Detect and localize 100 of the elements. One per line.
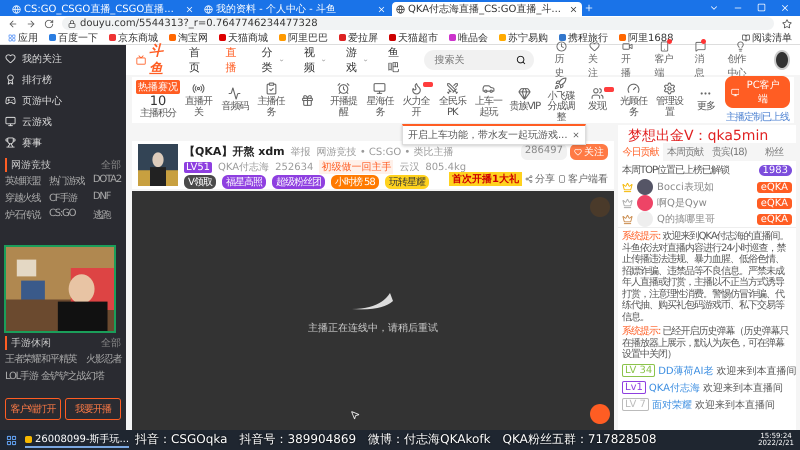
tool-button[interactable]: 发现	[580, 87, 615, 113]
game-link[interactable]: 王者荣耀	[5, 352, 40, 366]
game-link[interactable]: 幻塔	[86, 369, 104, 383]
tool-button[interactable]: 主播任务	[253, 82, 289, 118]
bookmark[interactable]: 唯品会	[449, 30, 488, 44]
sidebar-item[interactable]: 页游中心	[5, 91, 121, 110]
nav-link[interactable]: 鱼吧	[388, 45, 404, 75]
search-field[interactable]: 搜索关	[424, 50, 534, 70]
game-link[interactable]: 金铲铲之战	[41, 369, 86, 383]
sidebar-item[interactable]: 我的关注	[5, 49, 121, 68]
game-link[interactable]: CF手游	[48, 191, 77, 205]
address-bar[interactable]: douyu.com/5544313?_r=0.7647746234477328	[62, 17, 774, 30]
share-link[interactable]: 分享	[525, 172, 555, 186]
game-link[interactable]: 逃跑	[92, 208, 110, 222]
client-note[interactable]: 主播定制已上线	[726, 110, 789, 124]
system-message: 系统提示: 欢迎来到QKA付志海的直播间。斗鱼依法对直播内容进行24小时巡查，禁止传播违法违规、暴力血腥、低俗色情、招嫖诈骗、违禁品等不良信息。严禁未成年人直播或打赏，主播以不正当方式诱导打赏，注意理性消费。警惕仿冒诈骗、代练代抽、购买礼包码游戏币、私下交易等信息。	[622, 231, 790, 323]
forward-icon[interactable]	[26, 18, 36, 28]
sidebar-item[interactable]: 赛事	[5, 133, 121, 152]
level-badge: LV51	[184, 162, 212, 172]
more-link[interactable]: 全部	[101, 336, 121, 350]
new-tab-icon[interactable]	[584, 3, 594, 13]
bookmark[interactable]: 携程旅行	[559, 30, 608, 44]
chat-tab[interactable]: 粉丝	[752, 143, 796, 161]
apps-icon	[8, 34, 16, 42]
sidebar-item[interactable]: 云游戏	[5, 112, 121, 131]
close-icon[interactable]	[569, 4, 578, 14]
tool-button[interactable]: 音频码	[217, 87, 252, 113]
share-icon	[525, 175, 533, 183]
client-link[interactable]: 客户端看	[558, 172, 608, 186]
stream-badge[interactable]: 玩转星耀	[384, 175, 429, 189]
game-link[interactable]: CS:GO	[48, 208, 76, 222]
stream-badge[interactable]: V领取	[184, 175, 216, 189]
nav-link[interactable]: 首页	[189, 45, 206, 75]
user-name: Q的搞哪里哥	[657, 212, 716, 226]
bookmark[interactable]: 淘宝网	[169, 30, 208, 44]
avatar[interactable]	[774, 50, 790, 70]
user-name: Bocci表现如	[657, 180, 715, 194]
tool-button[interactable]: 星海任务	[362, 82, 398, 118]
taskbar-app[interactable]: 26008099-斯手玩...	[25, 432, 130, 448]
game-link[interactable]: 火影忍者	[86, 352, 122, 366]
tool-button[interactable]: 火力全开	[398, 82, 434, 118]
stream-badge[interactable]: 福星高照	[222, 175, 266, 189]
chat-tab[interactable]: 贵宾(18)	[707, 143, 752, 161]
new-badge	[604, 87, 614, 92]
browser-tab[interactable]: 我的资料 - 个人中心 - 斗鱼	[200, 2, 390, 16]
side-button[interactable]: 我要开播	[65, 398, 121, 420]
fan-badge: eQKA	[756, 182, 792, 192]
bookmark[interactable]: 京东商城	[109, 30, 158, 44]
user-name[interactable]: DD薄荷AI老	[658, 364, 714, 378]
bookmark[interactable]: 阿里巴巴	[279, 30, 328, 44]
user-name[interactable]: 面对荣耀	[652, 398, 692, 412]
browser-tab[interactable]: QKA付志海直播_CS:GO直播_斗...	[392, 2, 582, 16]
cursor-icon	[350, 410, 360, 420]
nav-link[interactable]: 游戏	[346, 45, 368, 75]
chat-tab[interactable]: 今日贡献	[618, 143, 662, 161]
maximize-icon[interactable]	[757, 3, 766, 12]
browser-tab[interactable]: CS:GO_CSGO直播_CSGO直播...	[8, 2, 198, 16]
tool-button[interactable]: 直播开关	[181, 82, 216, 118]
bookmark[interactable]: 天猫商城	[219, 30, 268, 44]
bookmark[interactable]: 爱拉屏	[339, 30, 378, 44]
tool-button[interactable]: 小飞碟分成调整	[543, 76, 579, 124]
game-link[interactable]: 炉石传说	[5, 208, 40, 222]
bookmark[interactable]: 苏宁易购	[499, 30, 548, 44]
more-link[interactable]: 全部	[101, 158, 121, 172]
emblem-icon[interactable]	[590, 404, 610, 424]
search-input[interactable]: 搜索关	[432, 52, 516, 68]
tool-button[interactable]: 更多	[688, 87, 724, 113]
bookmark[interactable]: 天猫超市	[389, 30, 438, 44]
close-icon[interactable]	[572, 131, 580, 139]
game-link[interactable]: DNF	[92, 191, 110, 205]
gift-banner[interactable]: 首次开播1大礼	[449, 172, 522, 186]
game-link[interactable]: 和平精英	[41, 352, 76, 366]
side-button[interactable]: 客户端打开	[5, 398, 61, 420]
nav-link[interactable]: 分类	[262, 45, 284, 75]
tool-button[interactable]: 开播提醒	[326, 82, 362, 118]
tool-button[interactable]: 管理设置	[652, 82, 688, 118]
reading-list-link[interactable]: 阅读清单	[742, 30, 792, 44]
tool-button[interactable]: 光顾任务	[616, 82, 652, 118]
game-link[interactable]: 热门游戏	[48, 174, 84, 188]
star-icon[interactable]	[782, 18, 792, 28]
reload-icon[interactable]	[44, 18, 54, 28]
game-link[interactable]: LOL手游	[5, 369, 38, 383]
chat-tab[interactable]: 本周贡献	[662, 143, 707, 161]
bookmark[interactable]: 应用	[8, 30, 38, 44]
game-link[interactable]: DOTA2	[92, 174, 121, 188]
user-name[interactable]: QKA付志海	[648, 380, 700, 394]
game-link[interactable]: 穿越火线	[5, 191, 40, 205]
overlay-caption: QKA粉丝五群：717828508	[502, 431, 657, 448]
back-icon[interactable]	[8, 18, 18, 28]
game-link[interactable]: 英雄联盟	[5, 174, 40, 188]
overlay-caption: 抖音号：389904869	[239, 431, 356, 448]
nav-link[interactable]: 视频	[304, 45, 326, 75]
tool-button[interactable]: 全民乐PK	[434, 82, 470, 118]
book-icon	[742, 34, 750, 42]
bookmark[interactable]: 百度一下	[49, 30, 98, 44]
tool-button[interactable]: 贵族VIP	[507, 87, 542, 113]
sidebar-item[interactable]: 排行榜	[5, 70, 121, 89]
start-icon[interactable]	[6, 434, 17, 446]
stream-badge[interactable]: 超级粉丝团	[272, 175, 325, 189]
tool-button[interactable]: 上车一起玩	[470, 82, 506, 118]
